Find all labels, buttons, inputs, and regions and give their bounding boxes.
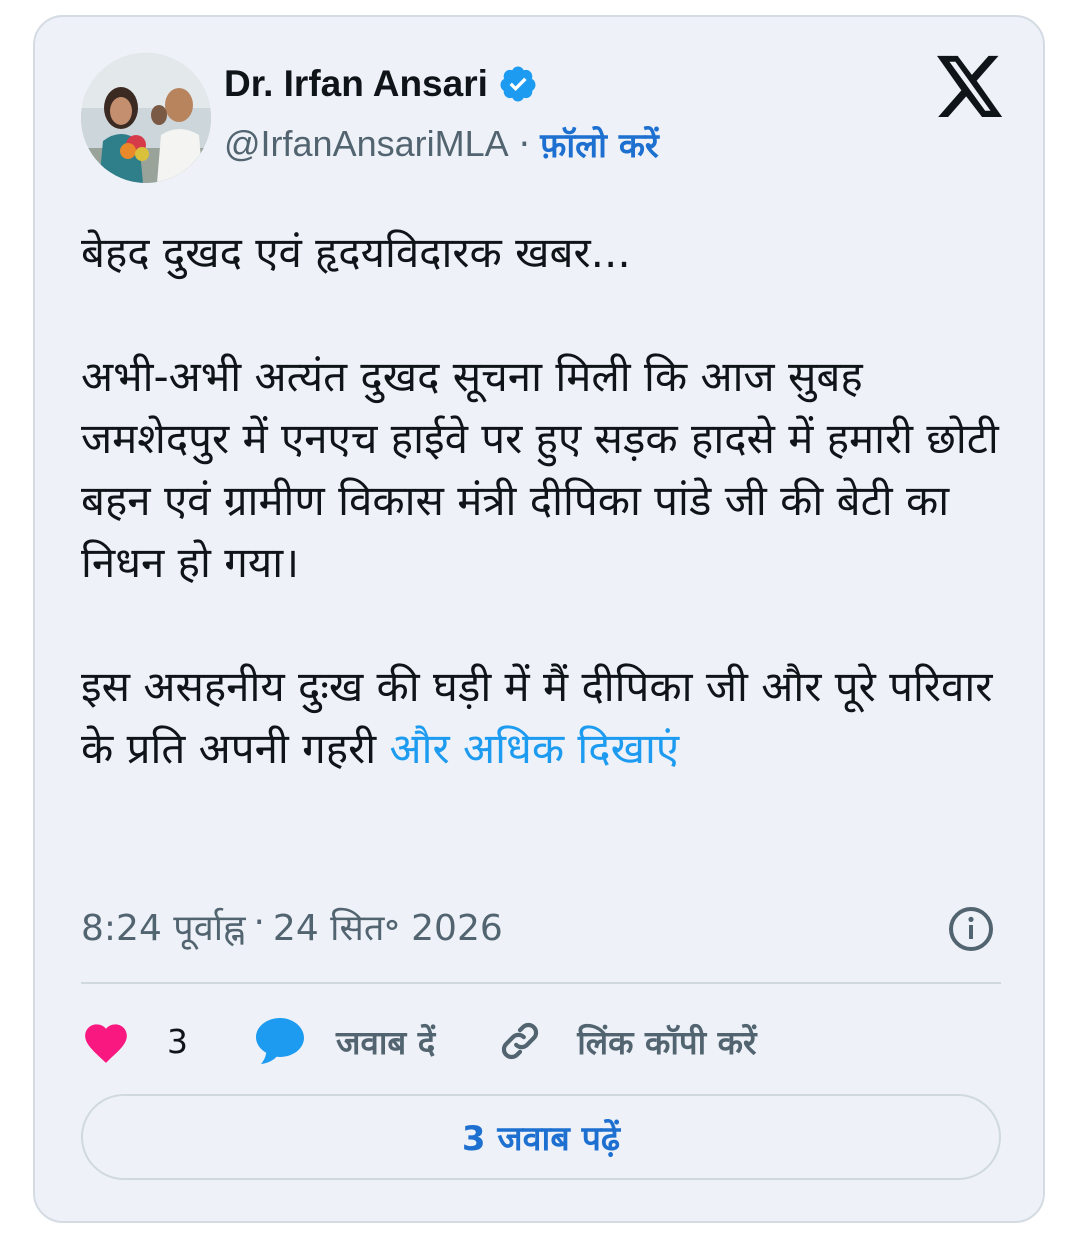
tweet-date: 24 सित॰ 2026 — [272, 908, 503, 949]
tweet-time: 8:24 पूर्वाह्न — [81, 908, 246, 949]
follow-button[interactable]: फ़ॉलो करें — [540, 121, 659, 167]
tweet-paragraph-last: इस असहनीय दुःख की घड़ी में मैं दीपिका जी… — [81, 656, 1021, 780]
copy-link-label: लिंक कॉपी करें — [577, 1022, 757, 1062]
x-logo-icon[interactable] — [937, 55, 1005, 119]
tweet-text: बेहद दुखद एवं हृदयविदारक खबर... अभी-अभी … — [81, 222, 1021, 780]
action-bar: 3 जवाब दें लिंक कॉपी करें — [81, 1011, 757, 1071]
link-icon — [502, 1022, 539, 1060]
reply-button[interactable]: जवाब दें — [188, 1016, 435, 1066]
tweet-timestamp[interactable]: 8:24 पूर्वाह्न · 24 सित॰ 2026 — [81, 902, 503, 951]
show-more-link[interactable]: और अधिक दिखाएं — [390, 724, 680, 773]
copy-link-button[interactable]: लिंक कॉपी करें — [435, 1018, 757, 1064]
tweet-paragraph: बेहद दुखद एवं हृदयविदारक खबर... — [81, 228, 631, 277]
handle-separator: · — [518, 123, 531, 165]
tweet-card: Dr. Irfan Ansari @IrfanAnsariMLA · फ़ॉलो… — [33, 15, 1045, 1223]
info-icon[interactable] — [947, 905, 995, 953]
reply-bubble-icon — [256, 1018, 304, 1064]
author-handle-row: @IrfanAnsariMLA · फ़ॉलो करें — [224, 121, 659, 167]
author-avatar[interactable] — [81, 53, 211, 183]
like-button[interactable]: 3 — [81, 1018, 188, 1064]
author-name-row: Dr. Irfan Ansari — [224, 63, 538, 105]
reply-label: जवाब दें — [336, 1022, 436, 1062]
meta-separator: · — [253, 902, 265, 943]
author-handle[interactable]: @IrfanAnsariMLA — [224, 123, 509, 165]
verified-badge-icon — [500, 66, 536, 102]
author-name[interactable]: Dr. Irfan Ansari — [224, 63, 488, 105]
heart-icon — [85, 1024, 127, 1063]
tweet-paragraph: अभी-अभी अत्यंत दुखद सूचना मिली कि आज सुब… — [81, 352, 999, 587]
read-replies-label: 3 जवाब पढ़ें — [461, 1119, 621, 1159]
like-count: 3 — [167, 1021, 188, 1061]
read-replies-button[interactable]: 3 जवाब पढ़ें — [81, 1094, 1001, 1180]
divider — [81, 982, 1001, 984]
